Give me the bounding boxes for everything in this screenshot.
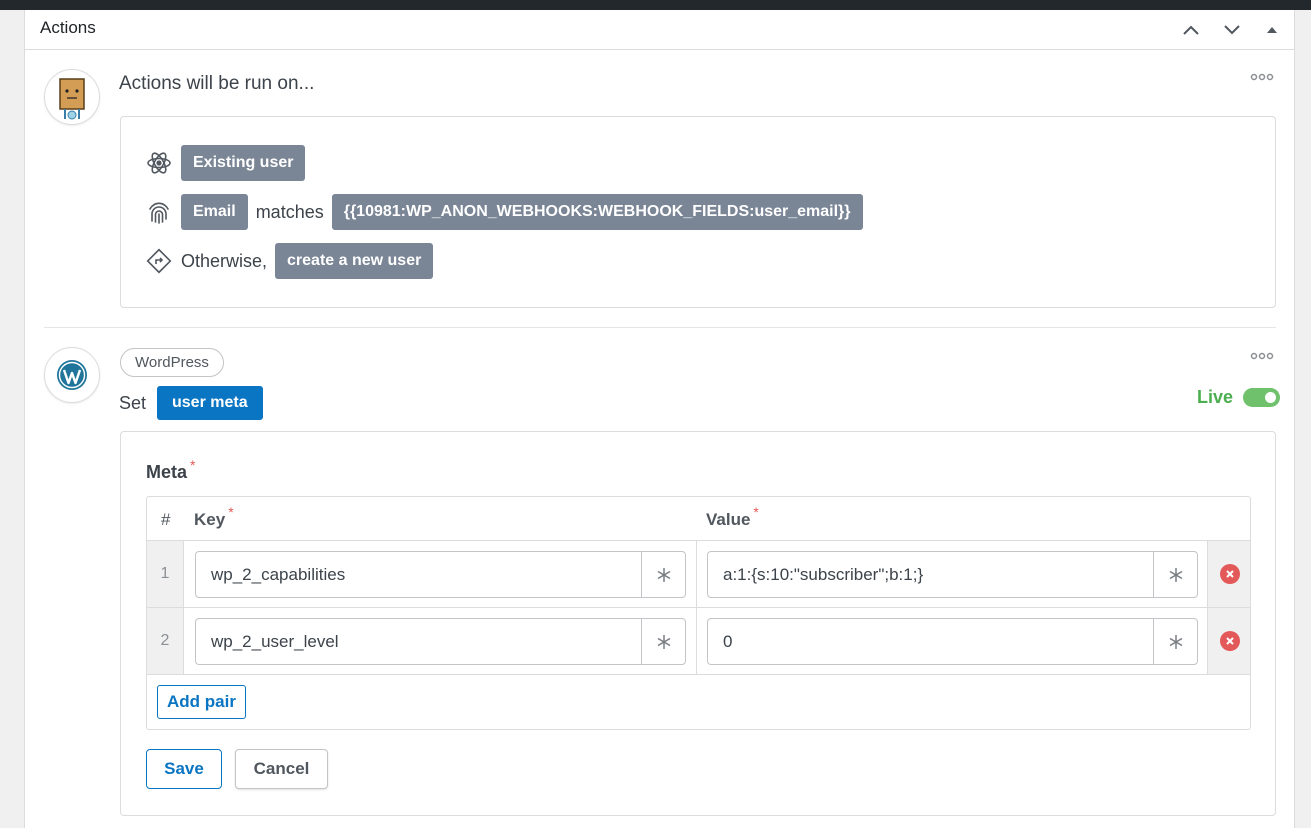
delete-row-icon[interactable] [1220,631,1240,651]
section-divider [44,327,1276,328]
delete-row-icon[interactable] [1220,564,1240,584]
integration-tag: WordPress [120,348,224,377]
section-options-icon[interactable] [1250,68,1274,86]
live-status: Live [1197,387,1281,408]
move-down-icon[interactable] [1222,20,1242,40]
admin-top-bar [0,0,1311,10]
meta-field-label: Meta * [146,457,196,482]
token-pill[interactable]: {{10981:WP_ANON_WEBHOOKS:WEBHOOK_FIELDS:… [331,194,863,230]
table-row: 1 wp_2_capabilities a:1:{s:10:"subscribe… [147,541,1250,608]
token-insert-icon[interactable] [641,552,685,597]
actions-panel: Actions Actions will be run on... Existi… [24,10,1295,828]
fork-direction-icon [145,247,173,275]
token-insert-icon[interactable] [1153,552,1197,597]
row-number: 1 [147,541,184,607]
row-delete-cell [1207,608,1250,674]
cancel-button[interactable]: Cancel [235,749,328,789]
add-pair-button[interactable]: Add pair [157,685,246,719]
fingerprint-icon [145,198,173,226]
meta-form: Meta * # Key * Value * 1 wp_2_capabilities … [120,431,1276,816]
user-avatar [44,69,100,125]
wordpress-logo [44,347,100,403]
row-delete-cell [1207,541,1250,607]
user-meta-pill[interactable]: user meta [157,386,263,420]
existing-user-row: Existing user [145,145,306,181]
collapse-toggle-icon[interactable] [1262,20,1282,40]
col-num-header: # [161,510,171,529]
otherwise-row: Otherwise, create a new user [145,243,434,279]
row-number: 2 [147,608,184,674]
col-key-header: Key * [194,504,234,529]
move-up-icon[interactable] [1181,20,1201,40]
action-options-icon[interactable] [1250,347,1274,365]
required-marker: * [190,457,196,473]
user-mascot-icon [59,78,85,120]
atom-icon [145,149,173,177]
key-input[interactable]: wp_2_user_level [195,618,686,665]
token-insert-icon[interactable] [641,619,685,664]
match-row: Email matches {{10981:WP_ANON_WEBHOOKS:W… [145,194,863,230]
token-insert-icon[interactable] [1153,619,1197,664]
col-value-header: Value * [706,504,759,529]
set-label: Set [119,393,147,413]
email-field-pill[interactable]: Email [181,194,248,230]
table-header: # Key * Value * [147,497,1250,541]
matches-label: matches [255,201,324,222]
wordpress-icon [57,360,87,390]
existing-user-pill[interactable]: Existing user [181,145,306,181]
panel-header: Actions [25,10,1294,50]
value-input[interactable]: a:1:{s:10:"subscriber";b:1;} [707,551,1198,598]
create-new-user-pill[interactable]: create a new user [275,243,434,279]
key-input[interactable]: wp_2_capabilities [195,551,686,598]
live-toggle[interactable] [1243,388,1281,407]
value-input[interactable]: 0 [707,618,1198,665]
otherwise-label: Otherwise, [181,250,268,271]
panel-title: Actions [40,18,96,37]
run-on-heading: Actions will be run on... [119,73,315,94]
conditions-box: Existing user Email matches {{10981:WP_A… [120,116,1276,308]
meta-table: # Key * Value * 1 wp_2_capabilities a:1:{s… [146,496,1251,730]
save-button[interactable]: Save [146,749,222,789]
table-row: 2 wp_2_user_level 0 [147,608,1250,675]
live-label: Live [1197,387,1234,407]
